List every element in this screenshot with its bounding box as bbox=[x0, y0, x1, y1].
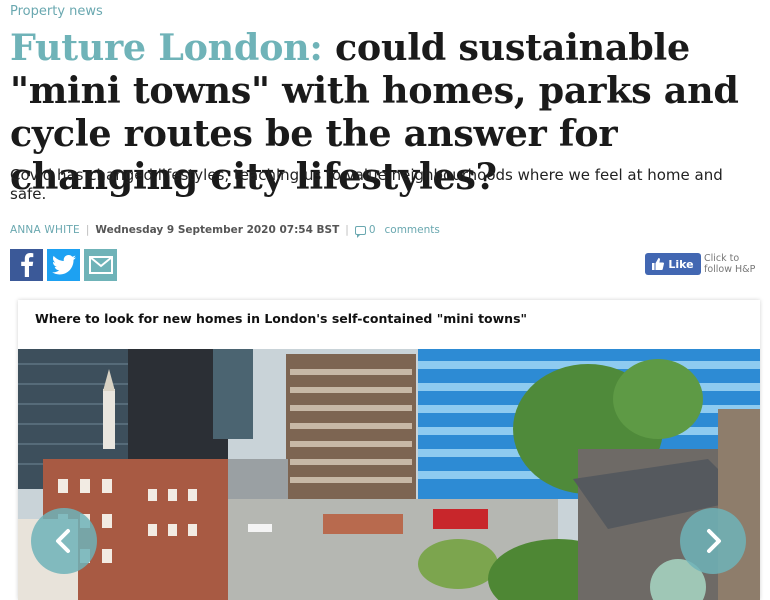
gallery-title: Where to look for new homes in London's … bbox=[35, 311, 528, 326]
twitter-icon bbox=[51, 255, 76, 275]
email-icon bbox=[88, 256, 113, 274]
share-bar bbox=[10, 249, 117, 281]
like-label: Like bbox=[668, 257, 694, 271]
comments-link[interactable]: 0 comments bbox=[354, 224, 440, 238]
gallery-prev-button[interactable] bbox=[31, 508, 97, 574]
thumbs-up-icon bbox=[652, 258, 665, 270]
facebook-icon bbox=[20, 253, 33, 277]
email-share-button[interactable] bbox=[84, 249, 117, 281]
comment-bubble-icon bbox=[354, 225, 366, 238]
photo-gallery: Where to look for new homes in London's … bbox=[18, 300, 760, 600]
headline-lead: Future London: bbox=[10, 26, 323, 69]
aerial-city-photo bbox=[18, 349, 760, 600]
article-standfirst: Covid has changed lifestyles, teaching u… bbox=[10, 166, 723, 203]
twitter-share-button[interactable] bbox=[47, 249, 80, 281]
byline-separator: | bbox=[85, 224, 90, 236]
byline: Anna White | Wednesday 9 September 2020 … bbox=[10, 224, 440, 238]
gallery-next-button[interactable] bbox=[680, 508, 746, 574]
comments-label: comments bbox=[384, 224, 440, 236]
chevron-left-icon bbox=[56, 529, 70, 553]
publish-date: Wednesday 9 September 2020 07:54 BST bbox=[95, 224, 340, 236]
author-link[interactable]: Anna White bbox=[10, 224, 80, 236]
byline-separator: | bbox=[345, 224, 349, 236]
facebook-like-button[interactable]: Like bbox=[645, 253, 701, 275]
follow-hint: Click to follow H&P bbox=[704, 253, 756, 275]
section-kicker[interactable]: Property news bbox=[10, 4, 103, 19]
chevron-right-icon bbox=[707, 529, 721, 553]
facebook-share-button[interactable] bbox=[10, 249, 43, 281]
comment-count: 0 bbox=[368, 224, 376, 236]
gallery-photo[interactable] bbox=[18, 349, 760, 600]
